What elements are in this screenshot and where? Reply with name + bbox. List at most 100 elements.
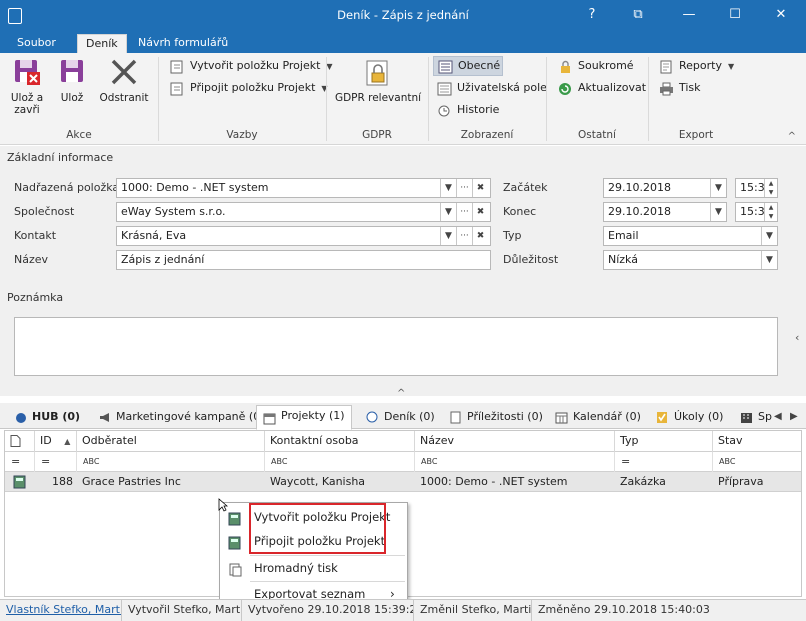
column-header-label: ID <box>40 434 52 447</box>
printer-icon <box>659 82 674 96</box>
save-close-button[interactable]: Ulož a zavři <box>6 57 48 116</box>
column-header-contact[interactable]: Kontaktní osoba <box>265 431 415 452</box>
delete-icon <box>109 57 139 89</box>
tab-more[interactable]: Sp <box>740 407 772 429</box>
tab-projects[interactable]: Projekty (1) <box>256 405 352 430</box>
parent-field[interactable]: 1000: Demo - .NET system ▼ ··· ✖ <box>116 178 491 198</box>
help-button[interactable]: ? <box>569 0 615 32</box>
dropdown-arrow-icon[interactable]: ▼ <box>761 227 777 245</box>
view-user-fields-button[interactable]: Uživatelská pole <box>437 79 547 99</box>
column-header-type[interactable]: Typ <box>615 431 713 452</box>
private-toggle-button[interactable]: Soukromé <box>558 57 634 77</box>
filter-text-icon[interactable]: ABC <box>77 452 265 472</box>
maximize-button[interactable]: ☐ <box>712 0 758 32</box>
project-row-icon <box>13 475 27 489</box>
ellipsis-icon[interactable]: ··· <box>456 179 472 197</box>
filter-text-icon[interactable]: ABC <box>265 452 415 472</box>
group-label-other: Ostatní <box>578 129 616 141</box>
dropdown-arrow-icon[interactable]: ▼ <box>440 227 456 245</box>
note-textarea[interactable] <box>14 317 778 376</box>
tab-next-icon[interactable]: ▶ <box>790 411 798 422</box>
tab-campaigns[interactable]: Marketingové kampaně (0) <box>98 407 265 429</box>
start-time-field[interactable]: 15:39 ▲ ▼ <box>735 178 778 198</box>
type-select[interactable]: Email ▼ <box>603 226 778 246</box>
dropdown-arrow-icon[interactable]: ▼ <box>710 203 726 221</box>
dropdown-arrow-icon[interactable]: ▼ <box>440 203 456 221</box>
collapse-ribbon-icon[interactable]: ^ <box>788 131 796 142</box>
building-icon <box>740 411 754 424</box>
created-by-text: Vytvořil Stefko, Martin <box>122 600 242 621</box>
basic-info-form: Základní informace Nadřazená položka 100… <box>0 146 806 399</box>
tab-projects-label: Projekty (1) <box>281 409 345 422</box>
clear-icon[interactable]: ✖ <box>472 203 488 221</box>
project-icon <box>228 534 242 550</box>
ellipsis-icon[interactable]: ··· <box>456 203 472 221</box>
save-button[interactable]: Ulož <box>56 57 88 104</box>
tab-hub[interactable]: HUB (0) <box>14 407 80 429</box>
start-date-field[interactable]: 29.10.2018 ▼ <box>603 178 727 198</box>
dropdown-arrow-icon[interactable]: ▼ <box>440 179 456 197</box>
column-header-state[interactable]: Stav <box>713 431 801 452</box>
filter-eq-icon[interactable]: = <box>35 452 77 472</box>
tab-file[interactable]: Soubor <box>9 34 64 53</box>
spinner-icon[interactable]: ▲ ▼ <box>764 179 777 197</box>
gdpr-relevant-button[interactable]: GDPR relevantní <box>334 57 422 104</box>
filter-eq-icon[interactable]: = <box>615 452 713 472</box>
bulk-print-icon <box>228 561 242 577</box>
update-label: Aktualizovat <box>578 81 647 94</box>
contact-field[interactable]: Krásná, Eva ▼ ··· ✖ <box>116 226 491 246</box>
refresh-icon <box>558 82 573 96</box>
view-history-label: Historie <box>457 103 500 116</box>
owner-link[interactable]: Vlastník Stefko, Martin <box>0 600 122 621</box>
tab-prev-icon[interactable]: ◀ <box>774 411 782 422</box>
clear-icon[interactable]: ✖ <box>472 179 488 197</box>
attach-project-ribbon-button[interactable]: Připojit položku Projekt ▼ <box>170 79 328 99</box>
reports-button[interactable]: Reporty ▼ <box>659 57 734 77</box>
tab-form-designer[interactable]: Návrh formulářů <box>130 34 236 53</box>
table-row[interactable]: 188 Grace Pastries Inc Waycott, Kanisha … <box>5 472 801 492</box>
restore-ribbon-icon[interactable]: ⧉ <box>615 0 661 32</box>
tab-tasks[interactable]: Úkoly (0) <box>656 407 723 429</box>
priority-select[interactable]: Nízká ▼ <box>603 250 778 270</box>
dropdown-arrow-icon[interactable]: ▼ <box>710 179 726 197</box>
spinner-icon[interactable]: ▲ ▼ <box>764 203 777 221</box>
project-icon <box>228 510 242 526</box>
end-date-field[interactable]: 29.10.2018 ▼ <box>603 202 727 222</box>
splitter-handle-icon[interactable]: ^ <box>397 388 405 399</box>
create-project-ribbon-button[interactable]: Vytvořit položku Projekt ▼ <box>170 57 333 77</box>
column-header-customer[interactable]: Odběratel <box>77 431 265 452</box>
clear-icon[interactable]: ✖ <box>472 227 488 245</box>
priority-label: Důležitost <box>503 253 559 266</box>
filter-text-icon[interactable]: ABC <box>415 452 615 472</box>
tab-journal[interactable]: Deník (0) <box>366 407 435 429</box>
tab-opportunities[interactable]: Příležitosti (0) <box>449 407 543 429</box>
filter-text-icon[interactable]: ABC <box>713 452 801 472</box>
lock-icon <box>558 60 573 74</box>
column-header-id[interactable]: ID ▲ <box>35 431 77 452</box>
save-close-label: Ulož a zavři <box>10 92 44 116</box>
sort-asc-icon: ▲ <box>64 437 71 446</box>
name-input[interactable]: Zápis z jednání <box>116 250 491 270</box>
end-time-field[interactable]: 15:39 ▲ ▼ <box>735 202 778 222</box>
ellipsis-icon[interactable]: ··· <box>456 227 472 245</box>
tab-home[interactable]: Deník <box>77 34 127 53</box>
side-panel-chevron-icon[interactable]: ‹ <box>795 331 799 344</box>
view-history-button[interactable]: Historie <box>437 101 499 121</box>
filter-eq-icon[interactable]: = <box>5 452 35 472</box>
reports-label: Reporty <box>679 59 722 72</box>
update-button[interactable]: Aktualizovat <box>558 79 646 99</box>
print-button[interactable]: Tisk <box>659 79 701 99</box>
delete-button[interactable]: Odstranit <box>98 57 150 104</box>
view-general-button[interactable]: Obecné <box>433 56 503 76</box>
column-header-name[interactable]: Název <box>415 431 615 452</box>
ribbon-tabbar: Soubor Deník Návrh formulářů <box>0 32 806 53</box>
tab-calendar[interactable]: Kalendář (0) <box>555 407 641 429</box>
company-field[interactable]: eWay System s.r.o. ▼ ··· ✖ <box>116 202 491 222</box>
dropdown-arrow-icon[interactable]: ▼ <box>761 251 777 269</box>
calendar-icon <box>555 411 569 424</box>
column-header-file[interactable] <box>5 431 35 452</box>
cell-type: Zakázka <box>620 475 666 488</box>
close-button[interactable]: ✕ <box>758 0 804 32</box>
minimize-button[interactable]: — <box>666 0 712 32</box>
menu-bulk-print[interactable]: Hromadný tisk <box>220 556 407 580</box>
